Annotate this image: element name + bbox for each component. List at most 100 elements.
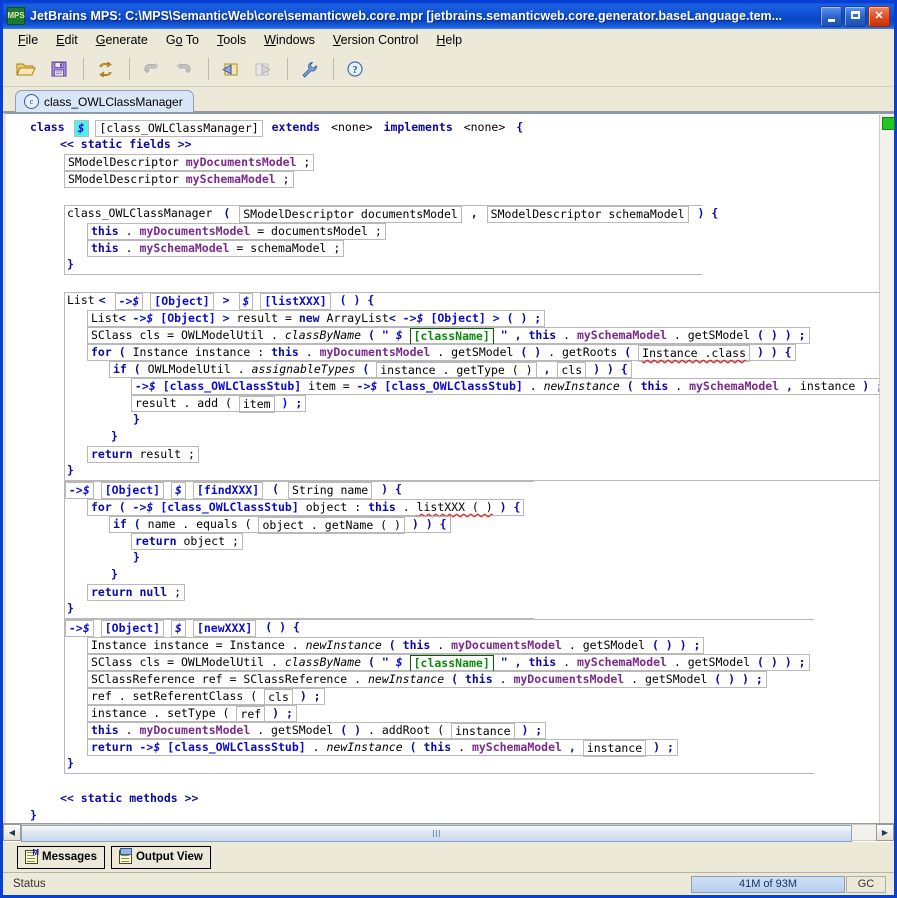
property-macro-classname[interactable]: [className] <box>409 655 494 672</box>
macro-dollar[interactable]: $ <box>73 120 89 137</box>
scroll-right-button[interactable]: ▶ <box>876 824 894 841</box>
arg-cls[interactable]: cls <box>557 362 587 379</box>
ctor-assign1-cell[interactable]: this . myDocumentsModel = documentsModel… <box>87 223 386 240</box>
arg-cls[interactable]: cls <box>264 689 293 706</box>
scroll-left-button[interactable]: ◀ <box>3 824 21 841</box>
help-button[interactable]: ? <box>340 56 370 82</box>
menu-item-generate[interactable]: Generate <box>87 31 157 49</box>
editor-horizontal-scrollbar[interactable]: ◀ ▶ <box>3 823 894 842</box>
field1-cell[interactable]: SModelDescriptor myDocumentsModel ; <box>64 154 315 171</box>
generate-button[interactable] <box>90 56 120 82</box>
instance-decl-cell[interactable]: Instance instance = Instance . newInstan… <box>87 637 705 654</box>
mps-code-editor[interactable]: class $ [class_OWLClassManager] extends … <box>3 113 879 823</box>
menu-item-windows[interactable]: Windows <box>255 31 324 49</box>
instance-class-literal[interactable]: Instance .class <box>638 345 751 362</box>
for-instance-decl: Instance instance : <box>132 345 265 359</box>
item-decl-cell[interactable]: ->$ [class_OWLClassStub] item = ->$ [cla… <box>131 378 879 395</box>
class-name-ref[interactable]: [class_OWLClassManager] <box>95 120 263 137</box>
menu-mnemonic: V <box>332 33 341 47</box>
settype-cell[interactable]: instance . setType ( ref ) ; <box>87 705 297 723</box>
settings-icon <box>302 61 317 77</box>
save-all-button[interactable] <box>44 56 74 82</box>
return-result-cell[interactable]: return result ; <box>87 446 199 463</box>
menu-item-version-control[interactable]: Version Control <box>324 31 427 49</box>
result-add-cell[interactable]: result . add ( item ) ; <box>131 395 307 413</box>
menu-item-help[interactable]: Help <box>427 31 471 49</box>
macro-dollar[interactable]: $ <box>171 482 186 499</box>
sclass-decl2-cell[interactable]: SClass cls = OWLModelUtil . classByName … <box>87 654 810 672</box>
ctor-name[interactable]: class_OWLClassManager <box>65 206 214 223</box>
return-null-cell[interactable]: return null ; <box>87 584 186 601</box>
for-instance-cell[interactable]: for ( Instance instance : this . myDocum… <box>87 344 796 362</box>
redo-button <box>169 56 199 82</box>
class-node-icon-letter: c <box>29 97 34 106</box>
menu-item-goto[interactable]: Go To <box>157 31 208 49</box>
if-equals-cell[interactable]: if ( name . equals ( object . getName ( … <box>109 516 451 534</box>
memory-indicator[interactable]: 41M of 93M <box>691 875 845 893</box>
back-button[interactable] <box>215 56 245 82</box>
gc-button[interactable]: GC <box>846 875 886 893</box>
menu-item-tools[interactable]: Tools <box>208 31 255 49</box>
object-getname[interactable]: object . getName ( ) <box>258 517 405 534</box>
code-line-for-close: } <box>65 567 534 584</box>
sclass-decl-cell[interactable]: SClass cls = OWLModelUtil . classByName … <box>87 327 810 345</box>
tool-window-bar: M Messages Output View <box>3 841 894 872</box>
macro-arrow-dollar[interactable]: ->$ <box>114 293 144 310</box>
open-project-button[interactable] <box>11 56 41 82</box>
object-ref[interactable]: [Object] <box>150 293 214 310</box>
for-object-cell[interactable]: for ( ->$ [class_OWLClassStub] object : … <box>87 499 525 516</box>
call-getroots: getRoots <box>561 345 618 359</box>
ctor-param2[interactable]: SModelDescriptor schemaModel <box>486 206 689 223</box>
implements-value[interactable]: <none> <box>462 120 508 137</box>
arg-item[interactable]: item <box>238 396 275 413</box>
maximize-icon <box>850 11 860 19</box>
instance-gettype[interactable]: instance . getType ( ) <box>376 362 537 379</box>
editor-error-stripe[interactable] <box>879 113 895 823</box>
tool-window-output-view-button[interactable]: Output View <box>110 845 211 869</box>
ctor-assign2-cell[interactable]: this . mySchemaModel = schemaModel ; <box>87 240 345 257</box>
arg-instance[interactable]: instance <box>451 723 515 740</box>
maximize-button[interactable] <box>844 5 866 27</box>
macro-dollar[interactable]: $ <box>238 293 254 310</box>
macro-arrow-dollar[interactable]: ->$ <box>65 620 94 637</box>
method-name-newxxx[interactable]: [newXXX] <box>192 620 257 637</box>
return-newinstance-cell[interactable]: return ->$ [class_OWLClassStub] . newIns… <box>87 739 678 757</box>
tab-label: class_OWLClassManager <box>44 94 183 109</box>
field2-cell[interactable]: SModelDescriptor mySchemaModel ; <box>64 171 294 188</box>
tool-window-messages-button[interactable]: M Messages <box>17 845 105 869</box>
object-ref[interactable]: [Object] <box>100 482 165 499</box>
kw-this: this <box>423 740 452 754</box>
method-name-findxxx[interactable]: [findXXX] <box>192 482 264 499</box>
close-button[interactable]: ✕ <box>868 5 890 27</box>
minimize-button[interactable] <box>820 5 842 27</box>
scroll-thumb[interactable] <box>21 825 853 842</box>
ctor-param1[interactable]: SModelDescriptor documentsModel <box>239 206 462 223</box>
property-macro-classname[interactable]: [className] <box>409 328 494 345</box>
settings-button[interactable] <box>294 56 324 82</box>
method-name-listxxx[interactable]: [listXXX] <box>260 293 331 310</box>
return-object-cell[interactable]: return object ; <box>131 533 243 550</box>
macro-arrow-dollar: ->$ <box>139 740 161 754</box>
extends-value[interactable]: <none> <box>329 120 375 137</box>
addroot-cell[interactable]: this . myDocumentsModel . getSModel ( ) … <box>87 722 547 740</box>
macro-arrow-dollar: ->$ <box>135 379 156 393</box>
findxxx-param[interactable]: String name <box>288 482 373 499</box>
sclassref-decl-cell[interactable]: SClassReference ref = SClassReference . … <box>87 671 767 688</box>
title-bar: MPS JetBrains MPS: C:\MPS\SemanticWeb\co… <box>3 3 894 29</box>
code-line-method-close: } <box>65 601 534 618</box>
if-assignable-cell[interactable]: if ( OWLModelUtil . assignableTypes ( in… <box>109 361 632 379</box>
macro-dollar[interactable]: $ <box>171 620 186 637</box>
menu-item-file[interactable]: File <box>9 31 47 49</box>
code-line-sclass-decl: SClass cls = OWLModelUtil . classByName … <box>65 327 879 345</box>
setreferentclass-cell[interactable]: ref . setReferentClass ( cls ) ; <box>87 688 325 706</box>
scroll-track[interactable] <box>21 824 876 842</box>
kw-this: this <box>640 379 669 393</box>
code-line-return-object: return object ; <box>65 533 534 550</box>
macro-arrow-dollar[interactable]: ->$ <box>65 482 94 499</box>
result-decl-cell[interactable]: List< ->$ [Object] > result = new ArrayL… <box>87 310 546 327</box>
arg-instance[interactable]: instance <box>582 740 647 757</box>
object-ref[interactable]: [Object] <box>100 620 165 637</box>
menu-item-edit[interactable]: Edit <box>47 31 87 49</box>
tab-class-owlclassmanager[interactable]: c class_OWLClassManager <box>15 90 194 112</box>
arg-ref[interactable]: ref <box>236 706 266 723</box>
